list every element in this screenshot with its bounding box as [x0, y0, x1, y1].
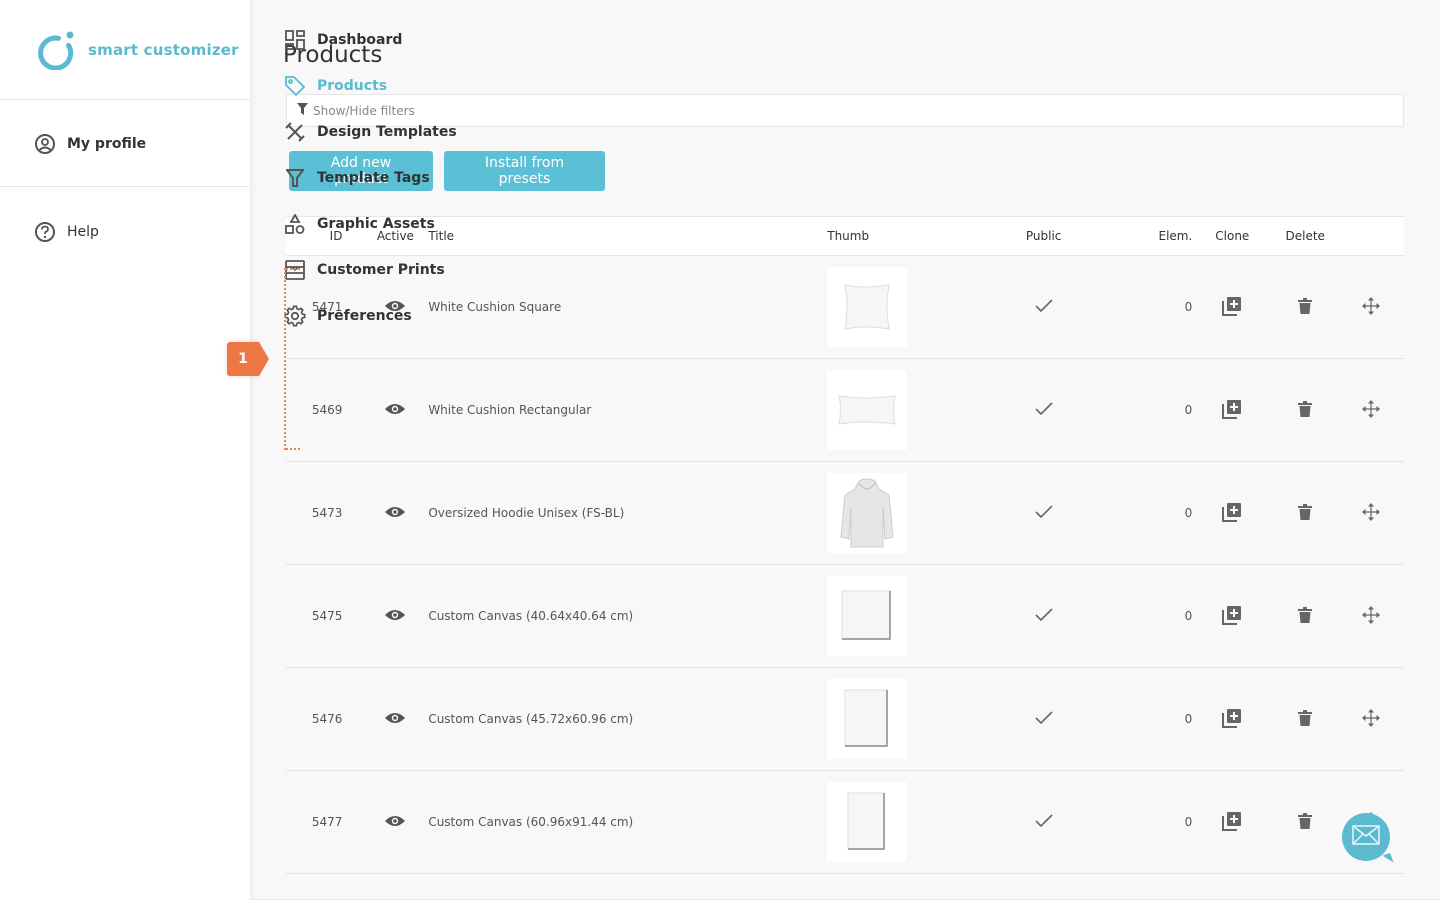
user-circle-icon [34, 133, 56, 155]
profile-section: My profile [0, 100, 250, 187]
sidebar-item-label: Design Templates [317, 124, 457, 140]
step-number: 1 [227, 342, 259, 376]
sidebar-item-products[interactable]: Products [250, 63, 1440, 109]
sidebar-item-label: Preferences [317, 308, 412, 324]
step-badge-arrow [259, 342, 269, 376]
dashboard-icon [284, 29, 306, 51]
sidebar-item-label: My profile [67, 136, 147, 152]
shapes-icon [284, 213, 306, 235]
sidebar-item-template-tags[interactable]: Template Tags [250, 155, 1440, 201]
highlight-bracket [284, 268, 300, 450]
sidebar-item-preferences[interactable]: Preferences [250, 293, 1440, 339]
sidebar-item-label: Products [317, 78, 388, 94]
sidebar-item-label: Template Tags [317, 170, 430, 186]
sidebar-item-help[interactable]: Help [0, 209, 250, 255]
sidebar-item-label: Customer Prints [317, 262, 445, 278]
filter-icon [284, 167, 306, 189]
sidebar-item-design-templates[interactable]: Design Templates [250, 109, 1440, 155]
sidebar-item-label: Dashboard [317, 32, 403, 48]
design-tools-icon [284, 121, 306, 143]
logo-mark-icon [36, 30, 76, 71]
sidebar-item-graphic-assets[interactable]: Graphic Assets [250, 201, 1440, 247]
sidebar-item-customer-prints[interactable]: Customer Prints [250, 247, 1440, 293]
sidebar-item-my-profile[interactable]: My profile [0, 133, 250, 155]
sidebar-item-label: Graphic Assets [317, 216, 435, 232]
help-section: Help [0, 187, 250, 255]
sidebar: smart customizer My profile Dashboard Pr… [0, 0, 1440, 900]
logo[interactable]: smart customizer [0, 0, 250, 100]
tag-icon [284, 75, 306, 97]
chat-button[interactable] [1342, 813, 1390, 861]
brand-name: smart customizer [88, 40, 239, 59]
step-badge: 1 [227, 342, 269, 376]
main-nav: Dashboard Products Design Templates Temp… [250, 0, 1440, 900]
mail-icon [1352, 825, 1380, 849]
sidebar-item-dashboard[interactable]: Dashboard [250, 17, 1440, 63]
sidebar-item-label: Help [67, 224, 99, 240]
help-circle-icon [34, 221, 56, 243]
